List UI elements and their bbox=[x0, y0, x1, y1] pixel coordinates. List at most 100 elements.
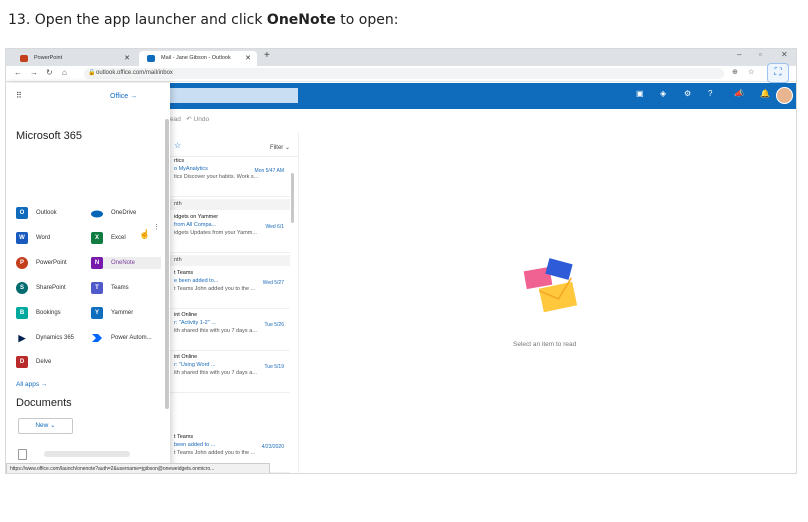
group-header: nth bbox=[170, 199, 290, 210]
excel-icon: X bbox=[91, 232, 103, 244]
sender: int Online bbox=[174, 312, 198, 318]
screenshot-frame: PowerPoint ✕ Mail - Jane Gibson - Outloo… bbox=[5, 48, 797, 474]
settings-gear-icon[interactable]: ⚙ bbox=[684, 89, 691, 98]
lock-icon: 🔒 bbox=[88, 70, 96, 76]
status-bar-url: https://www.office.com/launch/onenote?au… bbox=[6, 463, 270, 473]
app-word[interactable]: W Word bbox=[16, 232, 50, 244]
back-icon[interactable]: ← bbox=[14, 68, 22, 77]
undo-button[interactable]: Undo bbox=[194, 116, 210, 123]
search-input[interactable] bbox=[170, 88, 298, 103]
home-icon[interactable]: ⌂ bbox=[62, 68, 67, 77]
browser-tab-bar: PowerPoint ✕ Mail - Jane Gibson - Outloo… bbox=[6, 49, 796, 66]
address-toolbar: ← → ↻ ⌂ 🔒 outlook.office.com/mail/inbox … bbox=[6, 66, 796, 82]
close-icon[interactable]: ✕ bbox=[124, 51, 130, 66]
app-powerpoint[interactable]: P PowerPoint bbox=[16, 257, 67, 269]
list-item[interactable]: idgets on Yammer from All Compa... idget… bbox=[170, 213, 290, 253]
new-document-button[interactable]: New ⌄ bbox=[18, 418, 73, 434]
sender: idgets on Yammer bbox=[174, 214, 219, 220]
date: 4/23/2020 bbox=[261, 444, 284, 450]
app-label: Power Autom... bbox=[111, 335, 152, 341]
hand-cursor-icon: ☝ bbox=[139, 229, 151, 239]
message-list: ☆ Filter ⌄ rtics o MyAnalytics tics Disc… bbox=[170, 133, 298, 473]
favorite-star-icon[interactable]: ☆ bbox=[174, 141, 181, 150]
sender: int Online bbox=[174, 354, 198, 360]
scrollbar[interactable] bbox=[291, 173, 294, 223]
bookings-icon: B bbox=[16, 307, 28, 319]
app-onenote[interactable]: N OneNote bbox=[91, 257, 161, 269]
app-launcher-waffle-icon[interactable]: ⠿ bbox=[16, 91, 22, 100]
list-item[interactable]: int Online r: "Using Word ... ith shared… bbox=[170, 353, 290, 393]
app-label: PowerPoint bbox=[36, 260, 67, 266]
app-label: Outlook bbox=[36, 210, 57, 216]
yammer-icon: Y bbox=[91, 307, 103, 319]
app-sharepoint[interactable]: S SharePoint bbox=[16, 282, 66, 294]
forward-icon[interactable]: → bbox=[30, 68, 38, 77]
close-icon[interactable]: ✕ bbox=[245, 51, 251, 66]
mail-command-bar: ead ↶ Undo bbox=[170, 115, 209, 123]
document-icon bbox=[18, 449, 27, 460]
app-excel[interactable]: X Excel bbox=[91, 232, 126, 244]
window-close-icon[interactable]: ✕ bbox=[781, 50, 788, 59]
powerpoint-icon: P bbox=[16, 257, 28, 269]
app-label: Teams bbox=[111, 285, 129, 291]
app-onedrive[interactable]: OneDrive bbox=[91, 207, 136, 219]
list-item[interactable]: t Teams e been added to... t Teams John … bbox=[170, 269, 290, 309]
new-tab-icon[interactable]: + bbox=[264, 50, 270, 61]
app-label: OneDrive bbox=[111, 210, 137, 216]
app-bookings[interactable]: B Bookings bbox=[16, 307, 61, 319]
document-placeholder bbox=[44, 451, 130, 457]
help-icon[interactable]: ? bbox=[708, 89, 712, 98]
minimize-icon[interactable]: – bbox=[737, 50, 741, 59]
onenote-icon: N bbox=[91, 257, 103, 269]
filter-button[interactable]: Filter ⌄ bbox=[270, 144, 290, 151]
scrollbar[interactable] bbox=[165, 119, 169, 409]
teams-icon[interactable]: ▣ bbox=[636, 89, 644, 98]
reading-pane-text: Select an item to read bbox=[513, 341, 577, 348]
list-item[interactable]: rtics o MyAnalytics tics Discover your h… bbox=[170, 157, 290, 197]
app-power-automate[interactable]: Power Autom... bbox=[91, 332, 152, 344]
power-automate-icon bbox=[91, 332, 103, 344]
sharepoint-icon: S bbox=[16, 282, 28, 294]
reading-pane: Select an item to read bbox=[298, 133, 796, 473]
screen-capture-icon[interactable]: ⛶ bbox=[767, 63, 789, 83]
app-delve[interactable]: D Delve bbox=[16, 356, 51, 368]
date: Wed 6/1 bbox=[265, 224, 284, 230]
app-label: Delve bbox=[36, 359, 52, 365]
maximize-icon[interactable]: ▫ bbox=[759, 50, 762, 59]
bell-icon[interactable]: 🔔 bbox=[760, 89, 770, 98]
message-list-header: ☆ Filter ⌄ bbox=[170, 133, 298, 157]
onedrive-cloud-icon bbox=[91, 207, 103, 219]
app-label: SharePoint bbox=[36, 285, 66, 291]
list-item[interactable]: int Online r: "Activity 1-2" ... ith sha… bbox=[170, 311, 290, 351]
bookmark-star-icon[interactable]: ☆ bbox=[748, 68, 754, 76]
date: Wed 5/27 bbox=[262, 280, 284, 286]
whats-new-icon[interactable]: 📣 bbox=[734, 89, 744, 98]
tab-outlook[interactable]: Mail - Jane Gibson - Outlook ✕ bbox=[139, 51, 257, 66]
sender: t Teams bbox=[174, 434, 194, 440]
avatar[interactable] bbox=[776, 87, 793, 104]
app-yammer[interactable]: Y Yammer bbox=[91, 307, 133, 319]
documents-heading: Documents bbox=[16, 397, 72, 409]
app-launcher-panel: ⠿ Office → Microsoft 365 O Outlook OneDr… bbox=[6, 83, 170, 473]
instruction-emphasis: OneNote bbox=[266, 12, 336, 28]
reload-icon[interactable]: ↻ bbox=[46, 68, 53, 77]
more-options-icon[interactable]: ⋮ bbox=[153, 223, 160, 231]
office-link[interactable]: Office → bbox=[110, 93, 137, 100]
app-outlook[interactable]: O Outlook bbox=[16, 207, 57, 219]
todo-icon[interactable]: ◈ bbox=[660, 89, 666, 98]
address-bar[interactable]: 🔒 outlook.office.com/mail/inbox bbox=[84, 68, 724, 79]
undo-icon[interactable]: ↶ bbox=[186, 116, 191, 123]
tab-label: PowerPoint bbox=[34, 55, 63, 61]
all-apps-link[interactable]: All apps → bbox=[16, 381, 47, 388]
dynamics-365-icon: ▶ bbox=[18, 333, 26, 343]
teams-icon: T bbox=[91, 282, 103, 294]
app-label: OneNote bbox=[111, 260, 136, 266]
app-label: Excel bbox=[111, 235, 126, 241]
tab-powerpoint[interactable]: PowerPoint ✕ bbox=[12, 51, 136, 66]
address-url: outlook.office.com/mail/inbox bbox=[96, 70, 173, 76]
app-dynamics-365[interactable]: ▶ Dynamics 365 bbox=[16, 332, 74, 344]
outlook-icon bbox=[147, 55, 155, 62]
mark-read-button[interactable]: ead bbox=[170, 116, 181, 123]
zoom-icon[interactable]: ⊕ bbox=[732, 68, 738, 76]
app-teams[interactable]: T Teams bbox=[91, 282, 129, 294]
